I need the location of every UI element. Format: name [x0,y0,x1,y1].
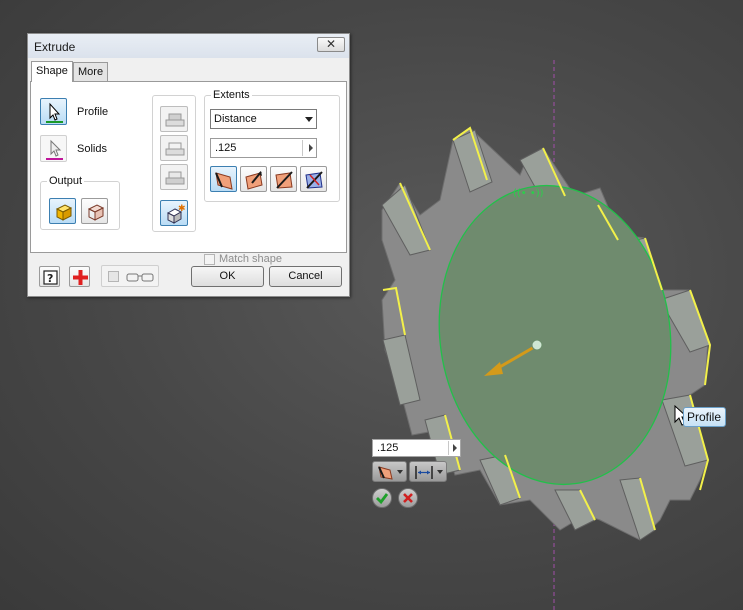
close-button[interactable]: ✕ [317,37,345,52]
mini-distance-value: .125 [377,442,399,454]
solids-label: Solids [77,143,107,155]
direction-flipped-icon [245,171,263,190]
close-icon [403,493,413,503]
mini-distance-input[interactable]: .125 [372,439,461,457]
output-solid-button[interactable] [49,198,76,224]
cut-operation-button[interactable] [160,135,188,161]
cut-icon [165,142,185,156]
help-button[interactable]: ? [39,266,60,287]
profile-select-button[interactable] [40,98,67,125]
solids-select-button[interactable] [40,135,67,162]
extents-group: Extents Distance .125 [204,89,340,202]
output-surface-button[interactable] [81,198,108,224]
dialog-titlebar[interactable]: Extrude ✕ [28,34,349,58]
intersect-icon [165,171,185,185]
add-button[interactable] [69,266,90,287]
mini-ok-button[interactable] [372,488,392,508]
intersect-operation-button[interactable] [160,164,188,190]
checkmark-icon [376,493,389,505]
tab-shape[interactable]: Shape [31,61,73,82]
plus-icon [73,270,88,285]
chevron-right-icon [453,444,457,452]
distance-extent-icon [415,466,443,479]
direction-flipped-button[interactable] [240,166,267,192]
extents-mode-value: Distance [214,113,257,125]
svg-text:?: ? [47,272,53,285]
ok-button[interactable]: OK [191,266,264,287]
profile-tooltip: Profile [683,407,727,427]
surface-cube-icon [87,204,105,221]
output-group-title: Output [47,175,85,187]
new-solid-button[interactable]: ✱ [160,200,188,226]
help-icon: ? [43,270,58,285]
direction-symmetric-icon [275,171,293,189]
extrude-dialog: Extrude ✕ Shape More Profile Solids Outp… [27,33,350,297]
profile-label: Profile [77,106,109,118]
preview-checkbox[interactable] [108,271,119,282]
direction-default-button[interactable] [210,166,237,192]
distance-input[interactable]: .125 [210,138,317,158]
direction-handle[interactable] [531,339,543,351]
mini-cancel-button[interactable] [398,488,418,508]
match-shape-checkbox[interactable] [204,254,215,265]
extents-mode-dropdown[interactable]: Distance [210,109,317,129]
mini-extents-dropdown[interactable] [409,461,447,482]
direction-default-icon [215,172,233,190]
solid-cube-icon [55,204,73,221]
join-operation-button[interactable] [160,106,188,132]
preview-toggle[interactable] [101,265,159,287]
direction-asymmetric-icon [305,171,323,189]
extents-group-title: Extents [211,89,252,101]
cursor-arrow-icon [46,139,63,160]
join-icon [165,113,185,127]
constraint-glyph: ((• •)) [513,188,544,199]
chevron-down-icon [305,117,313,122]
new-solid-icon: ✱ [166,204,186,224]
mini-direction-dropdown[interactable] [372,461,407,482]
shape-tab-panel: Profile Solids Output ✱ Extents Distance… [30,81,347,265]
direction-symmetric-button[interactable] [270,166,297,192]
tooltip-label: Profile [687,410,722,424]
chevron-right-icon [309,144,313,152]
svg-text:✱: ✱ [178,204,186,214]
distance-value: .125 [215,142,237,154]
close-icon: ✕ [325,37,337,51]
output-group: Output [40,175,120,230]
cancel-button[interactable]: Cancel [269,266,342,287]
glasses-icon [126,273,154,282]
operation-group: ✱ [152,95,196,232]
cursor-arrow-icon [46,102,63,123]
direction-asymmetric-button[interactable] [300,166,327,192]
dialog-title: Extrude [34,40,76,54]
tab-more[interactable]: More [73,62,109,81]
direction-default-icon [378,466,403,480]
match-shape-label: Match shape [219,253,282,265]
